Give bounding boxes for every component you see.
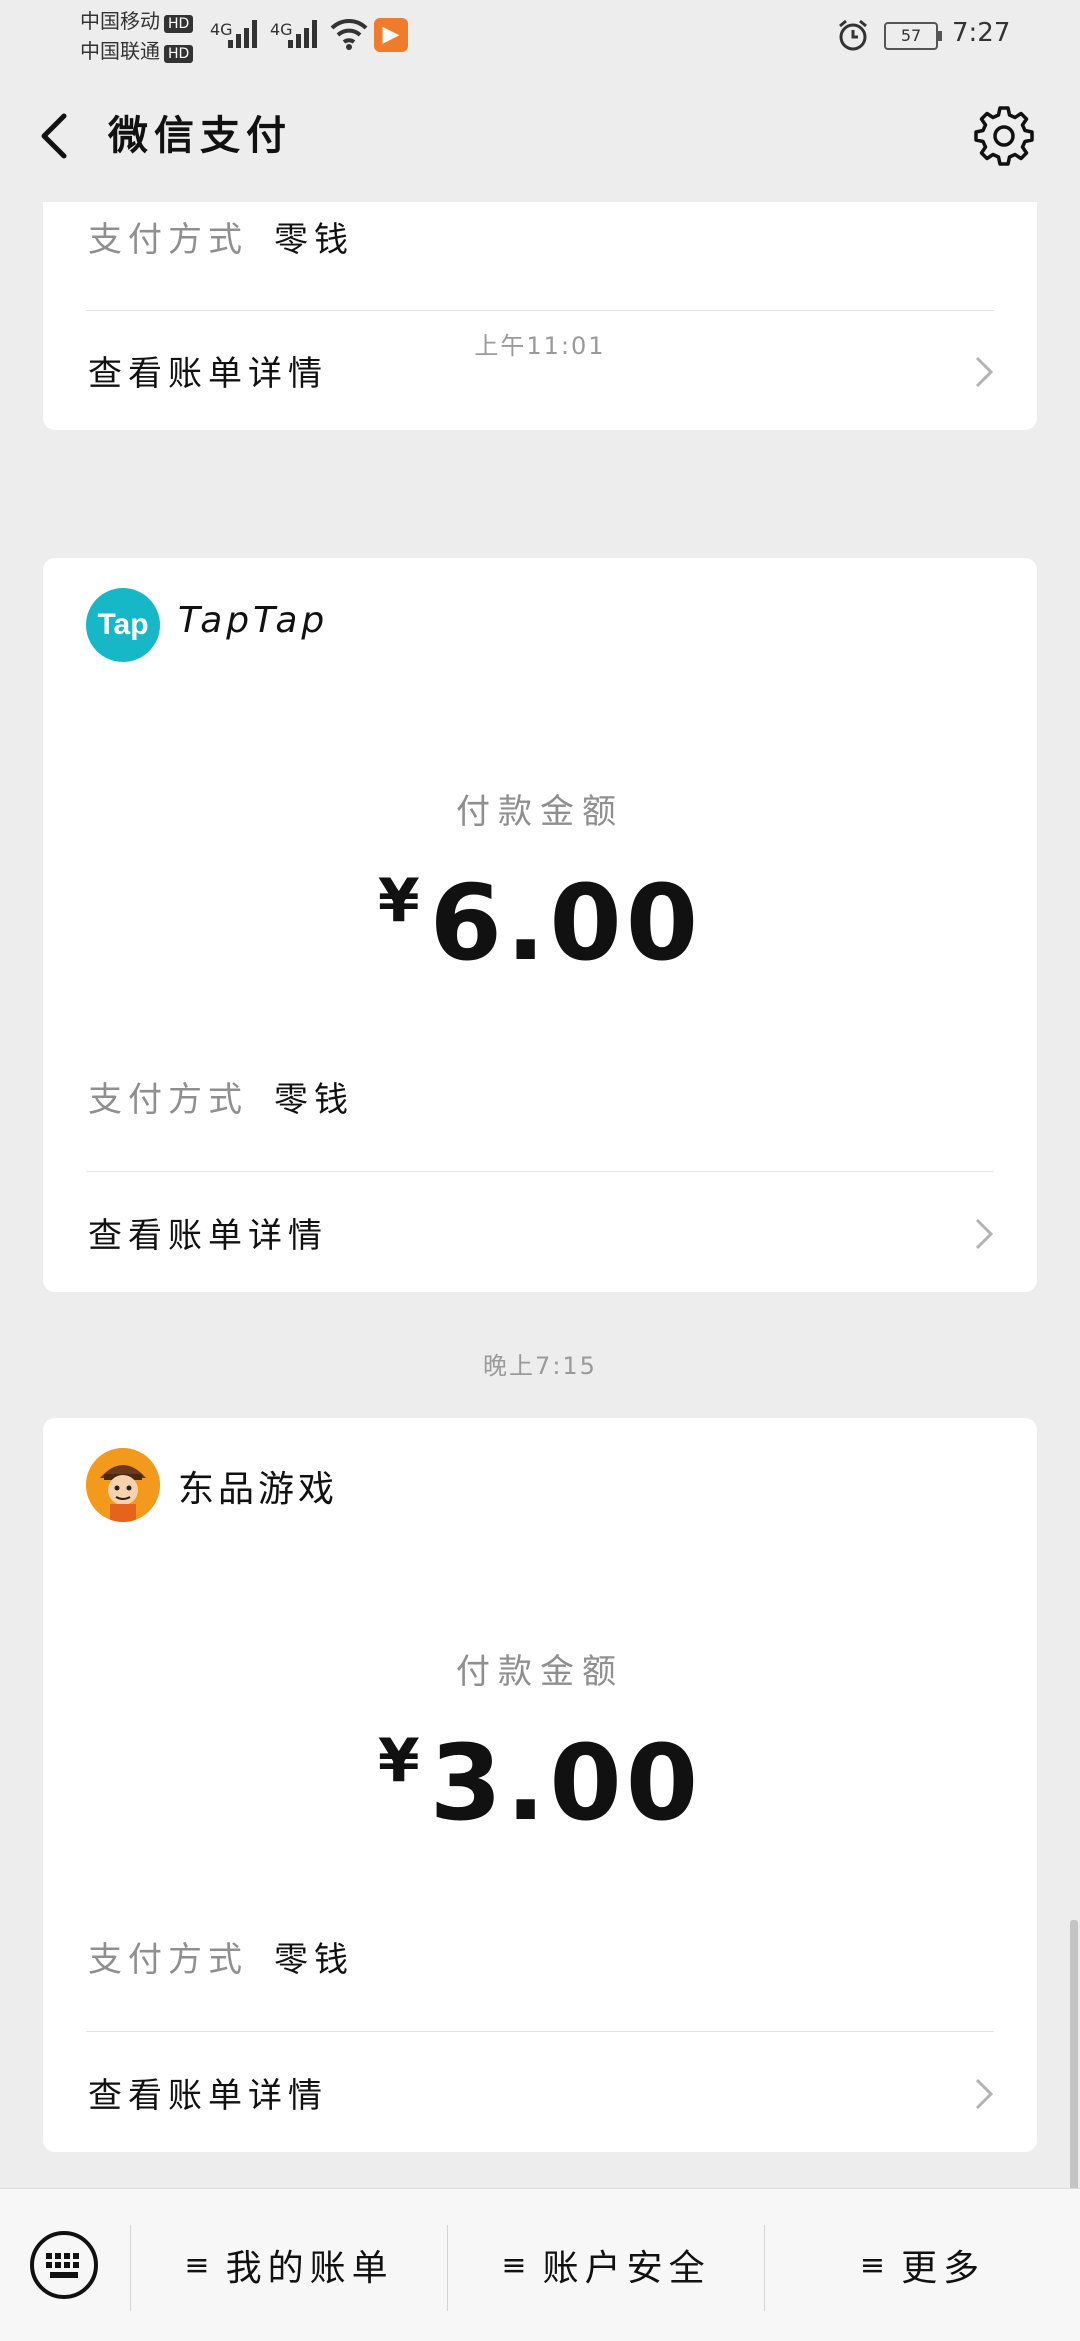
payment-method-label: 支付方式 [88,1080,248,1120]
chevron-right-icon [975,1218,994,1250]
menu-my-bills-label: 我的账单 [225,2248,394,2289]
transaction-card[interactable]: Tap TapTap 付款金额 ¥6.00 支付方式 零钱 查看账单详情 [43,558,1037,1292]
transaction-timestamp: 上午11:01 [474,332,606,360]
payment-method-row: 支付方式 零钱 [88,1932,354,1981]
carrier-2: 中国联通 [80,39,160,63]
payment-amount: ¥3.00 [43,1722,1037,1844]
menu-more[interactable]: ≡ 更多 [765,2189,1080,2341]
status-time: 7:27 [952,18,1011,48]
menu-list-icon: ≡ [501,2247,533,2283]
transaction-timestamp: 晚上7:15 [483,1352,597,1380]
menu-account-security-label: 账户安全 [542,2248,711,2289]
menu-account-security[interactable]: ≡ 账户安全 [448,2189,764,2341]
currency-symbol: ¥ [377,866,424,936]
payment-amount: ¥6.00 [43,862,1037,984]
payment-method-row: 支付方式 零钱 [88,1072,354,1121]
signal-icon-2 [288,18,324,48]
amount-label: 付款金额 [456,1652,624,1692]
battery-icon: 57 [884,22,942,50]
signal-icon-1 [228,18,264,48]
currency-symbol: ¥ [377,1726,424,1796]
merchant-name: 东品游戏 [178,1469,339,1510]
back-arrow-icon[interactable] [30,106,80,166]
taptap-logo-icon: Tap [86,588,160,662]
menu-my-bills[interactable]: ≡ 我的账单 [131,2189,447,2341]
bottom-menu-bar: ≡ 我的账单 ≡ 账户安全 ≡ 更多 [0,2188,1080,2341]
divider [86,310,994,311]
status-bar: 中国移动 HD 中国联通 HD 4G 4G ▶ 57 7:27 [0,0,1080,72]
payment-method-value: 零钱 [274,1940,354,1980]
hd-badge-2: HD [164,45,194,63]
keyboard-toggle-icon[interactable] [28,2229,100,2301]
transaction-card[interactable]: 东品游戏 付款金额 ¥3.00 支付方式 零钱 查看账单详情 [43,1418,1037,2152]
menu-more-label: 更多 [901,2248,986,2289]
payment-method-value: 零钱 [274,1080,354,1120]
scrollbar-thumb[interactable] [1070,1920,1078,2190]
transaction-card[interactable]: 支付方式 零钱 查看账单详情 [43,202,1037,430]
wifi-icon [330,18,368,50]
carrier-1: 中国移动 [80,9,160,33]
payment-method-value: 零钱 [274,220,354,260]
payment-method-label: 支付方式 [88,220,248,260]
amount-value: 6.00 [429,862,703,984]
alarm-icon [839,19,867,51]
carrier-info: 中国移动 HD 中国联通 HD [80,6,194,66]
amount-label: 付款金额 [456,792,624,832]
menu-list-icon: ≡ [184,2247,216,2283]
page-title: 微信支付 [108,113,292,159]
title-bar: 微信支付 [0,72,1080,202]
menu-list-icon: ≡ [859,2247,892,2283]
chevron-right-icon [975,2078,994,2110]
merchant-name: TapTap [178,600,329,641]
payment-method-row: 支付方式 零钱 [88,212,354,261]
divider [86,2031,994,2032]
video-app-icon: ▶ [374,18,408,52]
settings-gear-icon[interactable] [974,106,1034,166]
game-character-logo-icon [86,1448,160,1522]
amount-value: 3.00 [429,1722,703,1844]
divider [86,1171,994,1172]
payment-method-label: 支付方式 [88,1940,248,1980]
transaction-list[interactable]: 支付方式 零钱 查看账单详情 上午11:01 Tap TapTap 付款金额 ¥6… [0,202,1080,2188]
view-bill-detail-link[interactable]: 查看账单详情 [88,2068,328,2117]
view-bill-detail-link[interactable]: 查看账单详情 [88,1208,328,1257]
hd-badge-1: HD [164,15,194,33]
